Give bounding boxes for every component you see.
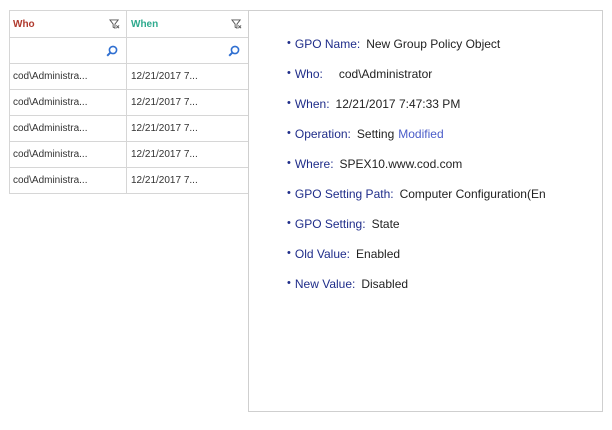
detail-where: • Where: SPEX10.www.cod.com	[287, 157, 463, 171]
detail-label: Operation:	[294, 127, 351, 141]
detail-new-value: • New Value: Disabled	[287, 277, 409, 291]
when-cell: 12/21/2017 7...	[127, 64, 249, 89]
operation-modified-label: Modified	[398, 127, 444, 141]
detail-label: New Value:	[294, 277, 356, 291]
details-panel: • GPO Name: New Group Policy Object • Wh…	[248, 10, 603, 412]
detail-label: GPO Setting Path:	[294, 187, 394, 201]
detail-value: New Group Policy Object	[366, 37, 501, 51]
table-row[interactable]: cod\Administra... 12/21/2017 7...	[10, 116, 249, 142]
detail-label: GPO Setting:	[294, 217, 366, 231]
detail-gpo-setting: • GPO Setting: State	[287, 217, 400, 231]
when-header-label: When	[131, 18, 159, 30]
detail-label: GPO Name:	[294, 37, 361, 51]
detail-label: Where:	[294, 157, 334, 171]
table-row[interactable]: cod\Administra... 12/21/2017 7...	[10, 168, 249, 194]
search-icon[interactable]	[228, 45, 240, 57]
detail-gpo-setting-path: • GPO Setting Path: Computer Configurati…	[287, 187, 546, 201]
who-cell: cod\Administra...	[10, 90, 127, 115]
table-row[interactable]: cod\Administra... 12/21/2017 7...	[10, 142, 249, 168]
grid-filter-row	[10, 38, 249, 64]
who-cell: cod\Administra...	[10, 116, 127, 141]
who-header-label: Who	[13, 18, 35, 30]
table-row[interactable]: cod\Administra... 12/21/2017 7...	[10, 64, 249, 90]
search-icon[interactable]	[106, 45, 118, 57]
when-cell: 12/21/2017 7...	[127, 142, 249, 167]
detail-value: cod\Administrator	[338, 67, 433, 81]
who-cell: cod\Administra...	[10, 142, 127, 167]
grid-header-row: Who When	[10, 11, 249, 38]
detail-when: • When: 12/21/2017 7:47:33 PM	[287, 97, 461, 111]
table-row[interactable]: cod\Administra... 12/21/2017 7...	[10, 90, 249, 116]
detail-label: Old Value:	[294, 247, 351, 261]
detail-value: SPEX10.www.cod.com	[339, 157, 463, 171]
who-column-header[interactable]: Who	[10, 11, 127, 37]
detail-label: When:	[294, 97, 330, 111]
when-filter-input[interactable]	[127, 38, 249, 63]
who-cell: cod\Administra...	[10, 168, 127, 193]
events-grid: Who When cod\Administra... 12/21/2017 7.…	[9, 10, 249, 194]
details-list: • GPO Name: New Group Policy Object • Wh…	[287, 37, 546, 307]
detail-value: 12/21/2017 7:47:33 PM	[335, 97, 461, 111]
when-cell: 12/21/2017 7...	[127, 90, 249, 115]
who-cell: cod\Administra...	[10, 64, 127, 89]
when-cell: 12/21/2017 7...	[127, 116, 249, 141]
detail-old-value: • Old Value: Enabled	[287, 247, 401, 261]
detail-value: Disabled	[361, 277, 409, 291]
who-filter-input[interactable]	[10, 38, 127, 63]
detail-value: Setting	[356, 127, 395, 141]
filter-icon[interactable]	[109, 19, 120, 30]
when-column-header[interactable]: When	[127, 11, 249, 37]
detail-who: • Who: cod\Administrator	[287, 67, 433, 81]
detail-value: Enabled	[356, 247, 401, 261]
detail-gpo-name: • GPO Name: New Group Policy Object	[287, 37, 501, 51]
detail-label: Who:	[294, 67, 323, 81]
when-cell: 12/21/2017 7...	[127, 168, 249, 193]
filter-icon[interactable]	[231, 19, 242, 30]
detail-value: Computer Configuration(En	[399, 187, 546, 201]
detail-value: State	[371, 217, 400, 231]
detail-operation: • Operation: Setting Modified	[287, 127, 444, 141]
